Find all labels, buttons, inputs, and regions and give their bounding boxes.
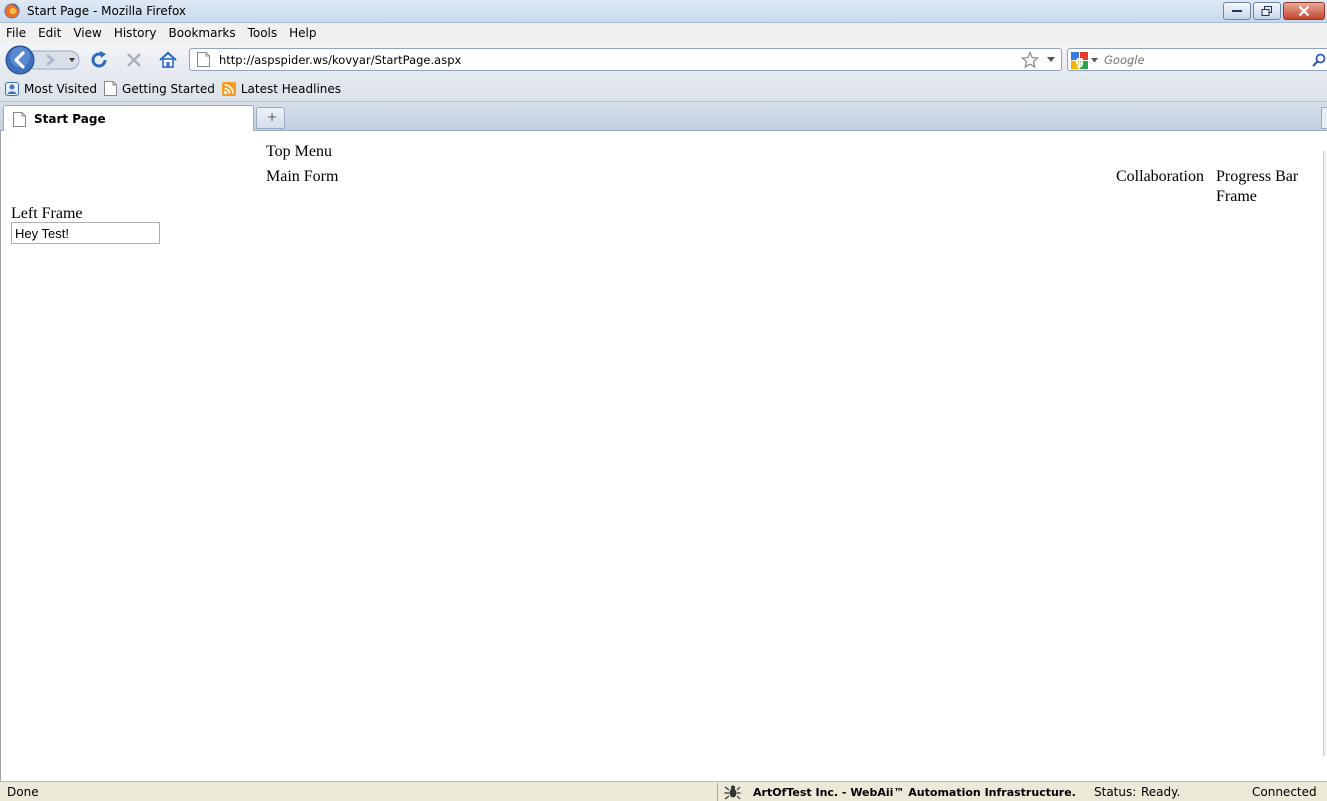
address-bar xyxy=(189,48,1062,71)
progress-bar-frame-label-line2: Frame xyxy=(1216,188,1257,205)
firefox-logo-icon xyxy=(4,3,20,19)
window-titlebar: Start Page - Mozilla Firefox xyxy=(0,0,1327,23)
connection-status: Connected xyxy=(1252,785,1317,799)
restore-icon xyxy=(1261,6,1272,16)
status-label: Status: xyxy=(1094,785,1137,799)
status-divider xyxy=(717,783,718,801)
bookmarks-toolbar: Most Visited Getting Started Latest Head… xyxy=(0,76,1327,102)
menu-file[interactable]: File xyxy=(6,26,26,40)
new-tab-button[interactable]: + xyxy=(256,107,285,129)
window-controls xyxy=(1223,2,1325,20)
google-search-engine-icon[interactable]: g xyxy=(1071,52,1088,69)
tab-list-button[interactable] xyxy=(1321,107,1327,129)
search-engine-dropdown-icon[interactable] xyxy=(1091,58,1098,63)
minimize-button[interactable] xyxy=(1223,2,1251,20)
back-forward-buttons xyxy=(5,45,80,75)
page-content: Top Menu Main Form Collaboration Progres… xyxy=(0,131,1327,781)
bookmark-latest-headlines[interactable]: Latest Headlines xyxy=(221,81,342,96)
menu-view[interactable]: View xyxy=(73,26,101,40)
status-done-text: Done xyxy=(7,785,39,799)
most-visited-icon xyxy=(5,81,19,96)
minimize-icon xyxy=(1232,10,1242,12)
vendor-text: ArtOfTest Inc. - WebAii™ Automation Infr… xyxy=(753,786,1076,799)
menu-bookmarks[interactable]: Bookmarks xyxy=(169,26,236,40)
top-menu-label: Top Menu xyxy=(266,143,332,160)
url-dropdown-icon[interactable] xyxy=(1047,57,1055,63)
bookmark-label: Latest Headlines xyxy=(240,81,342,96)
back-button[interactable] xyxy=(5,45,35,75)
close-icon xyxy=(1298,5,1310,17)
bookmark-label: Most Visited xyxy=(24,81,98,96)
page-icon xyxy=(13,112,26,127)
main-form-label: Main Form xyxy=(266,168,339,185)
progress-bar-frame-label-line1: Progress Bar xyxy=(1216,168,1299,185)
search-bar: g xyxy=(1067,48,1327,71)
vertical-scrollbar[interactable] xyxy=(1323,151,1327,756)
navigation-toolbar: g xyxy=(0,43,1327,76)
menu-bar: File Edit View History Bookmarks Tools H… xyxy=(0,23,1327,43)
menu-tools[interactable]: Tools xyxy=(248,26,278,40)
maximize-button[interactable] xyxy=(1253,2,1281,20)
tab-start-page[interactable]: Start Page xyxy=(3,105,254,131)
left-frame-text-input[interactable] xyxy=(11,222,160,244)
tab-label: Start Page xyxy=(34,112,106,126)
spider-bug-icon[interactable] xyxy=(724,784,741,800)
close-button[interactable] xyxy=(1283,2,1325,20)
rss-feed-icon xyxy=(221,81,236,96)
menu-history[interactable]: History xyxy=(114,26,157,40)
menu-help[interactable]: Help xyxy=(289,26,316,40)
bookmark-star-icon[interactable] xyxy=(1021,51,1039,69)
bookmark-label: Getting Started xyxy=(122,81,215,96)
home-icon[interactable] xyxy=(157,49,179,71)
status-value: Ready. xyxy=(1141,785,1181,799)
svg-text:g: g xyxy=(1075,54,1084,68)
search-icon[interactable] xyxy=(1312,53,1326,67)
bookmark-getting-started[interactable]: Getting Started xyxy=(104,81,215,96)
url-input[interactable] xyxy=(219,51,999,68)
reload-icon[interactable] xyxy=(88,49,110,71)
bookmark-most-visited[interactable]: Most Visited xyxy=(5,81,98,96)
plus-icon: + xyxy=(267,110,278,124)
menu-edit[interactable]: Edit xyxy=(38,26,61,40)
stop-icon[interactable] xyxy=(123,49,145,71)
collaboration-label: Collaboration xyxy=(1116,168,1204,185)
tab-strip: Start Page + xyxy=(0,102,1327,131)
left-frame-label: Left Frame xyxy=(11,205,83,222)
search-input[interactable] xyxy=(1104,51,1304,68)
window-title: Start Page - Mozilla Firefox xyxy=(27,4,187,18)
status-bar: Done ArtOfTest Inc. - WebAii™ Automation… xyxy=(0,781,1327,801)
page-icon xyxy=(104,81,118,96)
page-icon xyxy=(197,52,210,67)
